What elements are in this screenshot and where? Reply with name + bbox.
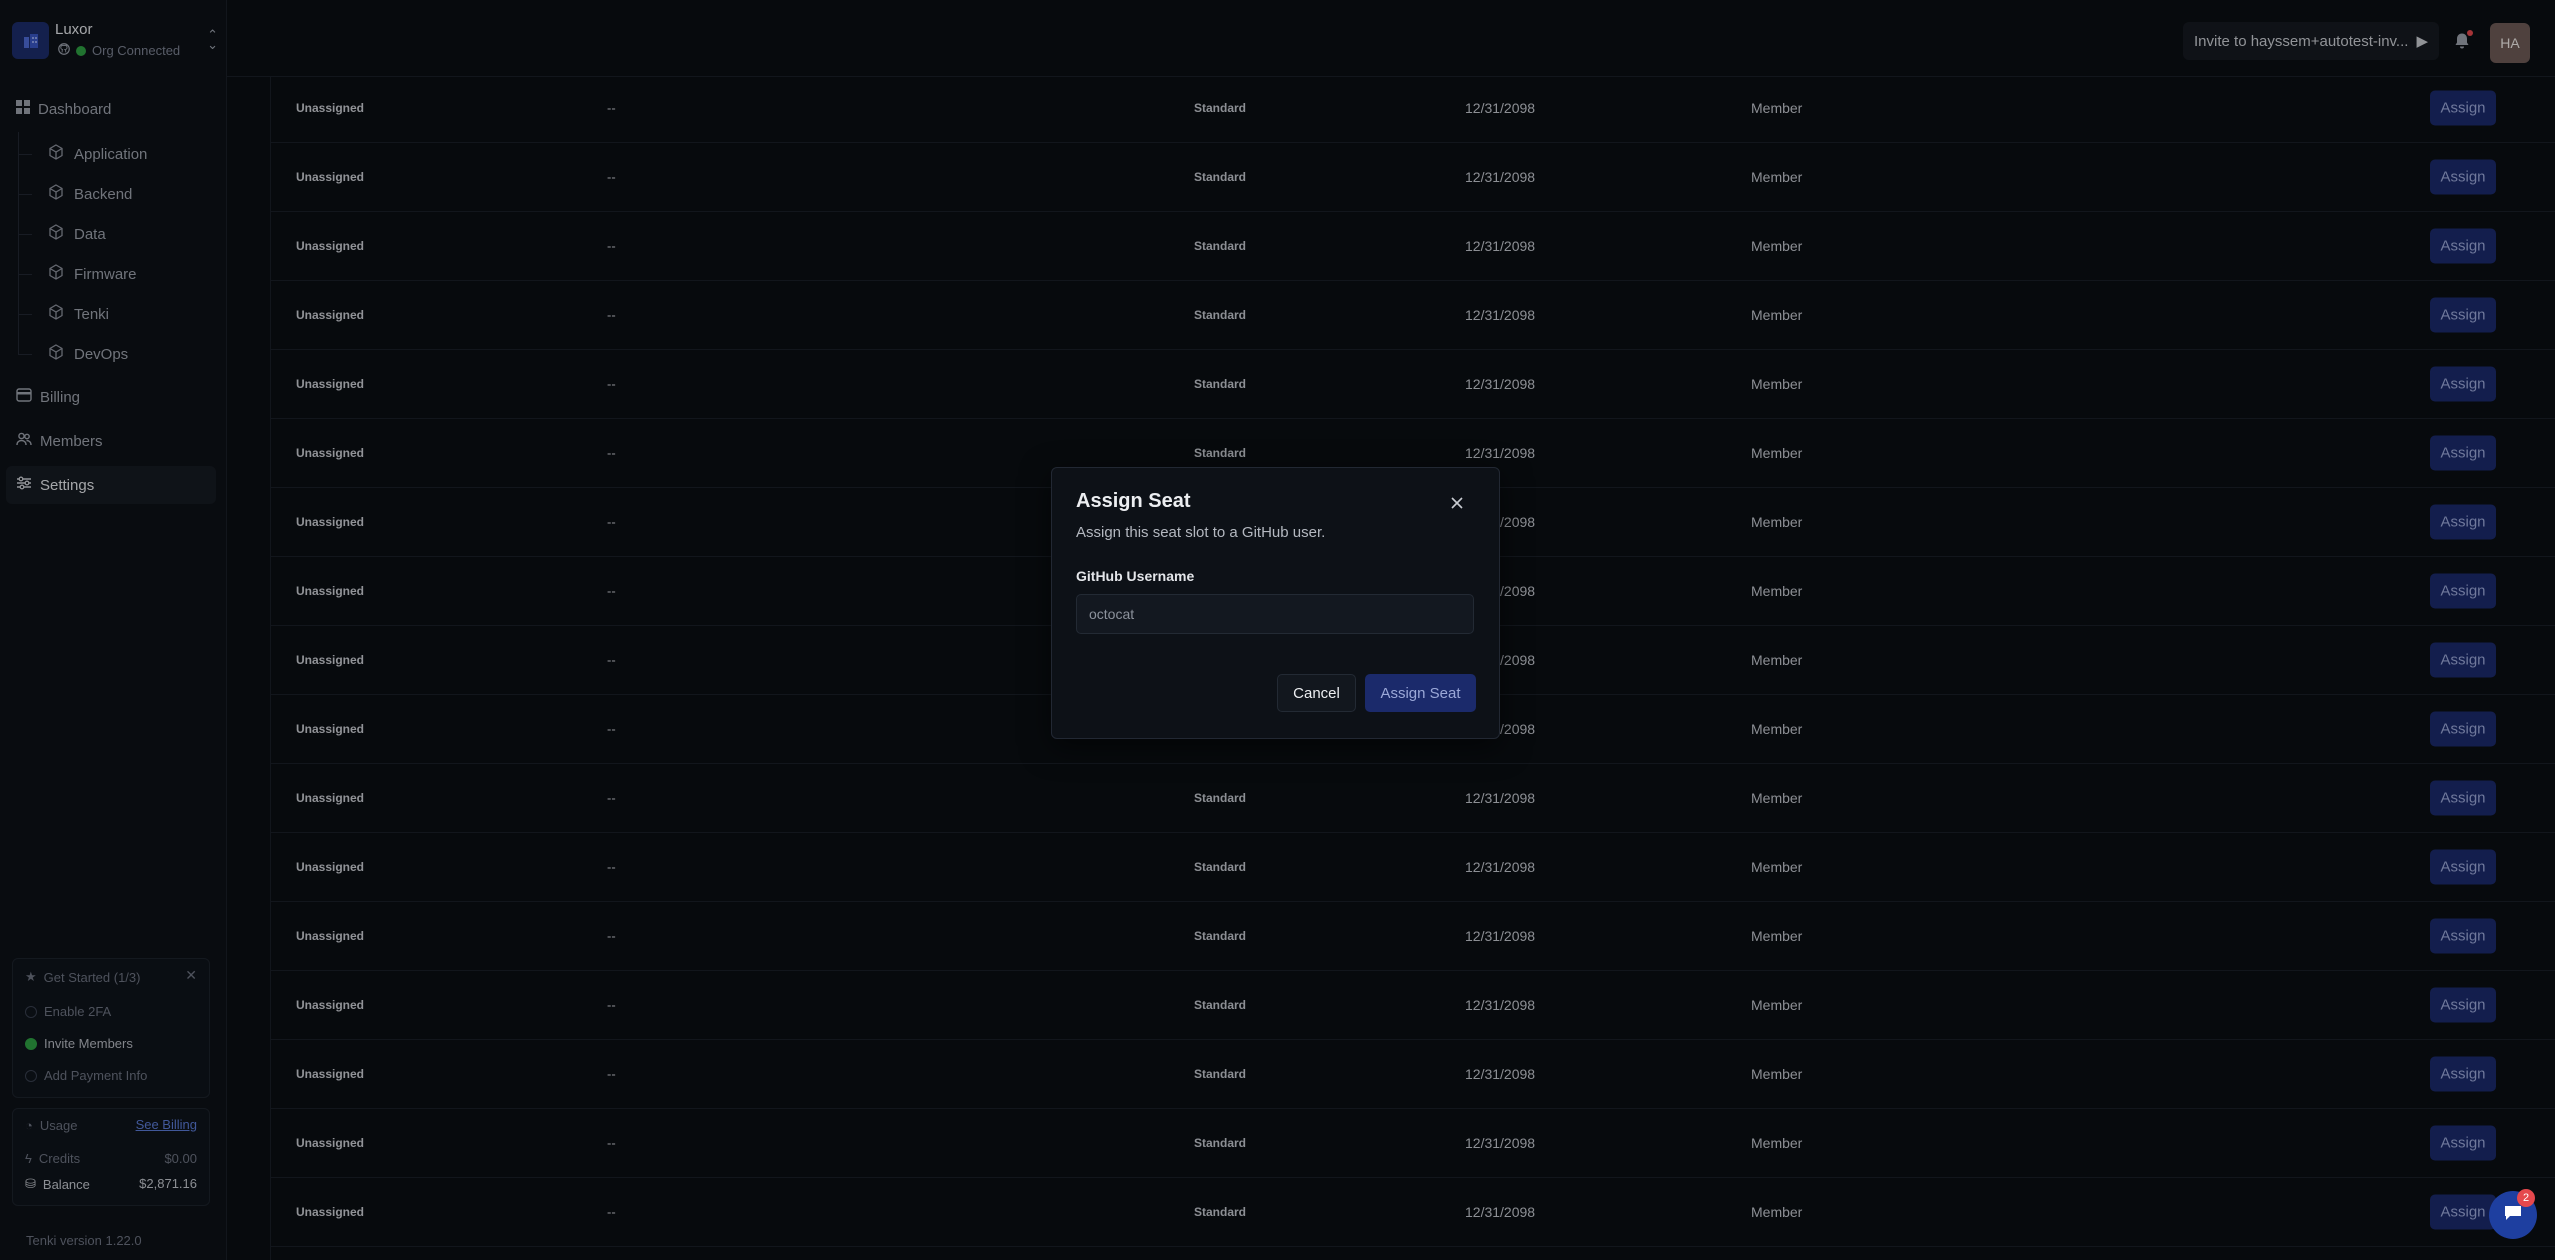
assign-seat-button[interactable]: Assign Seat [1365,674,1476,712]
github-username-input[interactable] [1076,594,1474,634]
github-username-label: GitHub Username [1076,568,1195,584]
chat-icon [2503,1204,2523,1227]
chat-badge: 2 [2517,1189,2535,1207]
assign-seat-dialog: Assign Seat Assign this seat slot to a G… [1051,467,1500,739]
close-icon[interactable] [1450,496,1468,514]
dialog-description: Assign this seat slot to a GitHub user. [1076,524,1326,541]
cancel-button[interactable]: Cancel [1277,674,1356,712]
dialog-title: Assign Seat [1076,490,1191,512]
